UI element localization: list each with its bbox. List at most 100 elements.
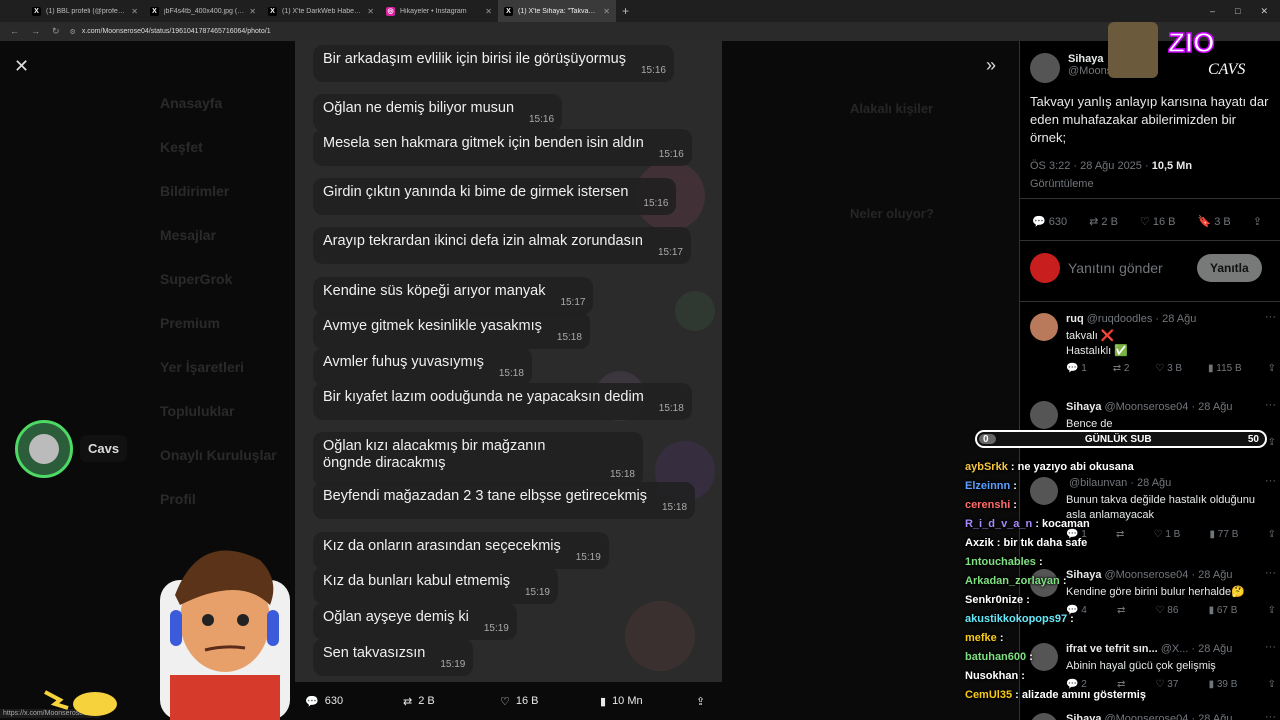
- sidebar-item: Onaylı Kuruluşlar: [160, 433, 300, 477]
- post-views: 10,5 Mn: [1151, 160, 1193, 172]
- share-icon[interactable]: ⇪: [1268, 437, 1276, 448]
- post-reply-button[interactable]: 💬 630: [1032, 215, 1067, 228]
- tab-0[interactable]: X (1) BBL profeli (@profelval) / X ✕: [26, 0, 144, 22]
- x-icon: X: [504, 6, 513, 16]
- chat-separator: :: [1010, 499, 1017, 511]
- chat-line: 1ntouchables :: [965, 553, 1265, 572]
- share-icon[interactable]: ⇪: [1268, 363, 1276, 374]
- tab-label: Hikayeler • Instagram: [400, 7, 467, 15]
- media-share-button[interactable]: ⇪: [696, 695, 705, 708]
- heart-button[interactable]: ♡ 3 B: [1155, 363, 1182, 374]
- background-sidebar: Anasayfa Keşfet Bildirimler Mesajlar SuperGr…: [160, 81, 300, 521]
- reply-count: 630: [324, 695, 344, 707]
- sidebar-item: Topluluklar: [160, 389, 300, 433]
- post-time[interactable]: ÖS 3:22 · 28 Ağu 2025 ·: [1030, 160, 1152, 172]
- media-repost-button[interactable]: ⇄ 2 B: [403, 695, 435, 708]
- avatar[interactable]: [1030, 713, 1058, 720]
- count: 2: [1123, 363, 1130, 374]
- more-icon[interactable]: ···: [1265, 567, 1276, 579]
- avatar[interactable]: [1030, 401, 1058, 429]
- more-icon[interactable]: ···: [1265, 711, 1276, 720]
- message-text: Oğlan ne demiş biliyor musun: [323, 100, 515, 116]
- views-count: 10 Mn: [612, 695, 643, 707]
- close-tab-icon[interactable]: ✕: [603, 7, 610, 16]
- sidebar-item: Anasayfa: [160, 81, 300, 125]
- repost-count: 2 B: [418, 695, 435, 707]
- reply-button[interactable]: 💬 1: [1066, 363, 1087, 374]
- collapse-panel-icon[interactable]: »: [986, 55, 996, 76]
- avatar[interactable]: [1030, 313, 1058, 341]
- reply-author[interactable]: Sihaya: [1066, 401, 1101, 413]
- reply-handle[interactable]: @Moonserose04 · 28 Ağu: [1104, 713, 1232, 720]
- more-icon[interactable]: ···: [1265, 641, 1276, 653]
- minimize-icon[interactable]: –: [1210, 6, 1215, 17]
- chat-message: Kendine süs köpeği arıyor manyak 15:17: [313, 277, 594, 314]
- reply-author[interactable]: Sihaya: [1066, 713, 1101, 720]
- media-views-button[interactable]: ▮ 10 Mn: [600, 695, 643, 708]
- window-controls: – □ ✕: [1210, 6, 1280, 17]
- post-repost-button[interactable]: ⇄ 2 B: [1089, 215, 1118, 228]
- sidebar-item-label: Bildirimler: [160, 183, 230, 199]
- chat-line: Elzeinnn :: [965, 477, 1265, 496]
- message-text: Kız da onların arasından seçecekmiş: [323, 538, 561, 554]
- site-info-icon[interactable]: ⚙: [70, 28, 76, 36]
- chat-separator: :: [1012, 689, 1022, 701]
- chat-message: Avmler fuhuş yuvasıymış 15:18: [313, 348, 532, 385]
- chat-line: akustikkokopops97 :: [965, 610, 1265, 629]
- maximize-icon[interactable]: □: [1235, 6, 1240, 17]
- trending-heading: Neler oluyor?: [850, 206, 934, 221]
- repost-icon: ⇄: [403, 695, 413, 708]
- chat-message: kocaman: [1042, 518, 1090, 530]
- avatar[interactable]: [1030, 53, 1060, 83]
- close-tab-icon[interactable]: ✕: [131, 7, 138, 16]
- media-like-button[interactable]: ♡ 16 B: [500, 695, 539, 708]
- post-bookmark-button[interactable]: 🔖 3 B: [1197, 215, 1230, 228]
- more-icon[interactable]: ···: [1265, 399, 1276, 411]
- tab-2[interactable]: X (1) X'te DarkWeb Haber: "Ersin ✕: [262, 0, 380, 22]
- new-tab-button[interactable]: +: [616, 4, 635, 18]
- reply-author[interactable]: ruq: [1066, 313, 1084, 325]
- media-reply-button[interactable]: 💬 630: [305, 695, 343, 708]
- repost-button[interactable]: ⇄ 2: [1113, 363, 1130, 374]
- reply-input[interactable]: Yanıtını gönder: [1068, 260, 1163, 276]
- reload-icon[interactable]: ↻: [52, 26, 60, 37]
- reply-handle[interactable]: @ruqdoodles · 28 Ağu: [1087, 313, 1197, 325]
- tab-4[interactable]: X (1) X'te Sihaya: "Takvayı yanlış ✕: [498, 0, 616, 22]
- chat-username: aybSrkk: [965, 461, 1008, 473]
- share-icon[interactable]: ⇪: [1253, 215, 1262, 228]
- url-field[interactable]: x.com/Moonserose04/status/19610417874657…: [82, 28, 982, 35]
- tab-1[interactable]: XjbF4s4tb_400x400.jpg (400×4 ✕: [144, 0, 262, 22]
- forward-icon[interactable]: →: [31, 26, 40, 37]
- like-count: 16 B: [515, 695, 539, 707]
- more-icon[interactable]: ···: [1265, 475, 1276, 487]
- chat-message: Bir arkadaşım evlilik için birisi ile gö…: [313, 45, 674, 82]
- share-icon[interactable]: ⇪: [1268, 529, 1276, 540]
- chat-message: alizade amını göstermiş: [1021, 689, 1146, 701]
- share-icon[interactable]: ⇪: [1268, 605, 1276, 616]
- close-icon[interactable]: ✕: [14, 56, 29, 77]
- close-window-icon[interactable]: ✕: [1260, 6, 1268, 17]
- reply-handle[interactable]: @Moonserose04 · 28 Ağu: [1104, 401, 1232, 413]
- close-tab-icon[interactable]: ✕: [249, 7, 256, 16]
- reply-header: Sihaya @Moonserose04 · 28 Ağu: [1066, 713, 1232, 720]
- reply-icon: 💬: [305, 695, 319, 708]
- post-like-button[interactable]: ♡ 16 B: [1140, 215, 1176, 228]
- back-icon[interactable]: ←: [10, 26, 19, 37]
- sub-label: GÜNLÜK SUB: [1084, 433, 1152, 445]
- count: 3 B: [1167, 363, 1183, 374]
- tab-3[interactable]: ◎ Hikayeler • Instagram ✕: [380, 0, 498, 22]
- tab-label: jbF4s4tb_400x400.jpg (400×4: [164, 7, 245, 15]
- close-tab-icon[interactable]: ✕: [485, 7, 492, 16]
- reply-button[interactable]: Yanıtla: [1197, 254, 1262, 282]
- chart-button[interactable]: ▮ 115 B: [1208, 363, 1242, 374]
- sidebar-item-label: SuperGrok: [160, 271, 233, 287]
- chat-separator: :: [996, 632, 1004, 644]
- reply-header: Sihaya @Moonserose04 · 28 Ağu: [1066, 401, 1232, 413]
- chat-separator: :: [1018, 670, 1025, 682]
- close-tab-icon[interactable]: ✕: [367, 7, 374, 16]
- views-label: Görüntüleme: [1030, 178, 1094, 190]
- chat-line: Senkr0nize :: [965, 591, 1265, 610]
- more-icon[interactable]: ···: [1265, 311, 1276, 323]
- share-icon[interactable]: ⇪: [1268, 679, 1276, 690]
- chat-username: Nusokhan: [965, 670, 1019, 682]
